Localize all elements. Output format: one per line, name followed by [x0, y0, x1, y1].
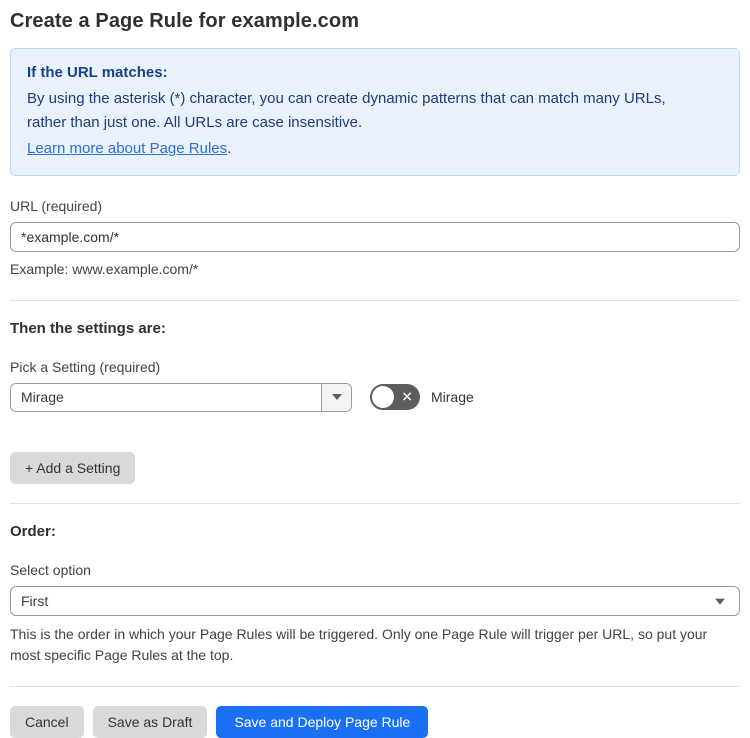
- callout-link-line: Learn more about Page Rules.: [27, 137, 723, 161]
- order-helper-text: This is the order in which your Page Rul…: [10, 625, 708, 664]
- page-rule-form: Create a Page Rule for example.com If th…: [0, 0, 750, 738]
- settings-section-heading: Then the settings are:: [10, 319, 166, 337]
- link-suffix: .: [227, 140, 232, 157]
- caret-down-icon: [331, 394, 342, 401]
- save-draft-button[interactable]: Save as Draft: [92, 706, 208, 738]
- order-select-label: Select option: [10, 561, 91, 578]
- url-helper-text: Example: www.example.com/*: [10, 261, 199, 277]
- callout-body: By using the asterisk (*) character, you…: [27, 90, 666, 131]
- setting-picker-label: Pick a Setting (required): [10, 358, 161, 375]
- learn-more-link[interactable]: Learn more about Page Rules: [27, 140, 227, 157]
- divider: [10, 299, 740, 301]
- order-select[interactable]: First: [10, 585, 740, 616]
- order-section-heading: Order:: [10, 522, 56, 540]
- save-deploy-button[interactable]: Save and Deploy Page Rule: [216, 706, 429, 738]
- callout-heading: If the URL matches:: [27, 64, 168, 81]
- caret-down-icon: [715, 598, 725, 605]
- url-input[interactable]: [10, 222, 740, 252]
- toggle-label: Mirage: [431, 389, 474, 406]
- cancel-button[interactable]: Cancel: [10, 706, 84, 738]
- mirage-toggle[interactable]: ✕: [370, 384, 420, 411]
- setting-select-value: Mirage: [21, 389, 64, 406]
- page-title: Create a Page Rule for example.com: [10, 10, 360, 32]
- footer-actions: Cancel Save as Draft Save and Deploy Pag…: [10, 706, 740, 738]
- add-setting-button[interactable]: + Add a Setting: [10, 451, 136, 484]
- toggle-off-x-icon: ✕: [401, 388, 413, 405]
- setting-row: Mirage ✕ Mirage: [10, 382, 740, 412]
- setting-select-dropdown-button[interactable]: [321, 383, 351, 411]
- divider: [10, 686, 740, 688]
- url-field-label: URL (required): [10, 198, 103, 214]
- toggle-knob: [372, 386, 394, 409]
- order-select-value: First: [21, 592, 49, 609]
- setting-select[interactable]: Mirage: [10, 382, 352, 412]
- url-match-callout: If the URL matches: By using the asteris…: [10, 48, 740, 176]
- divider: [10, 502, 740, 504]
